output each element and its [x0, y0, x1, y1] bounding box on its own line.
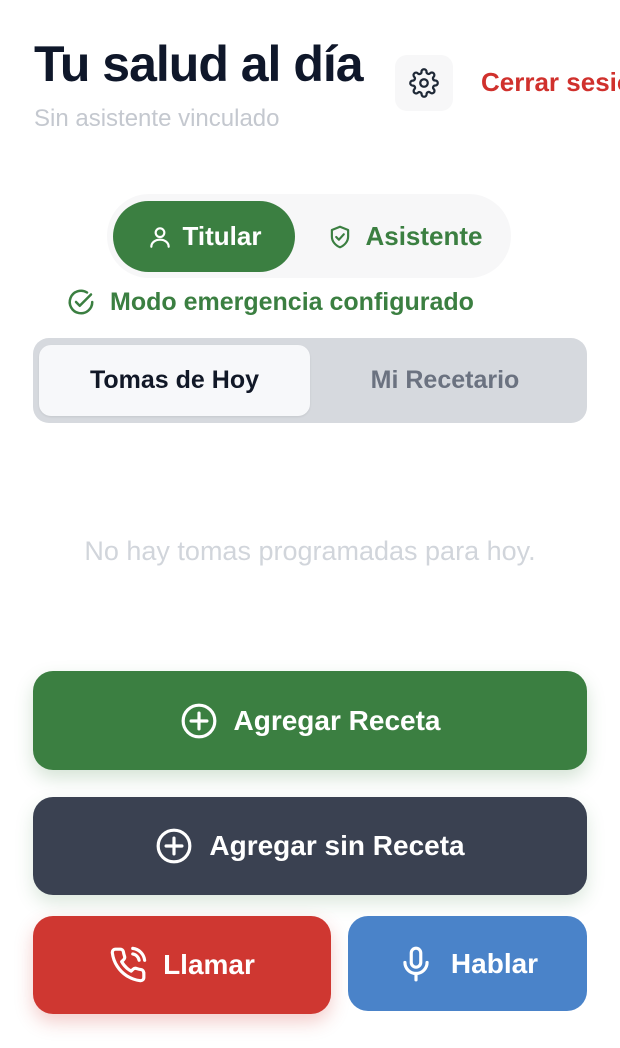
user-icon	[147, 224, 173, 250]
settings-button[interactable]	[395, 55, 453, 111]
gear-icon	[409, 68, 439, 98]
role-asistente-button[interactable]: Asistente	[310, 201, 500, 272]
add-without-recipe-label: Agregar sin Receta	[209, 830, 465, 861]
talk-label: Hablar	[450, 947, 539, 979]
page-subtitle: Sin asistente vinculado	[34, 105, 280, 132]
role-titular-button[interactable]: Titular	[113, 201, 295, 272]
plus-circle-icon	[155, 827, 193, 865]
add-without-recipe-button[interactable]: Agregar sin Receta	[33, 797, 587, 895]
empty-state-message: No hay tomas programadas para hoy.	[84, 536, 536, 566]
logout-link[interactable]: Cerrar sesión	[481, 66, 620, 98]
talk-button[interactable]: Hablar	[348, 916, 587, 1011]
tab-tomas-de-hoy[interactable]: Tomas de Hoy	[39, 345, 310, 416]
tab-mi-recetario[interactable]: Mi Recetario	[310, 345, 580, 416]
role-asistente-label: Asistente	[365, 221, 483, 251]
add-recipe-button[interactable]: Agregar Receta	[33, 671, 587, 770]
add-recipe-label: Agregar Receta	[233, 704, 441, 736]
page-title: Tu salud al día	[34, 36, 364, 92]
call-label: Llamar	[163, 949, 255, 980]
plus-circle-icon	[180, 702, 218, 740]
check-circle-icon	[66, 287, 96, 317]
shield-check-icon	[327, 224, 353, 250]
microphone-icon	[397, 945, 435, 983]
emergency-status-label: Modo emergencia configurado	[110, 287, 474, 316]
phone-icon	[109, 946, 147, 984]
call-button[interactable]: Llamar	[33, 916, 331, 1014]
role-titular-label: Titular	[182, 221, 262, 251]
emergency-status: Modo emergencia configurado	[66, 285, 474, 319]
